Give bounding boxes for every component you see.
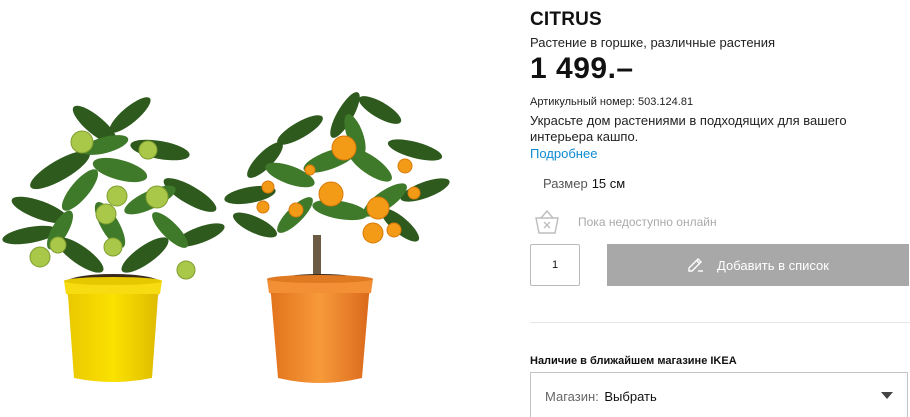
quantity-input[interactable]: 1 bbox=[530, 244, 580, 286]
orange-pot bbox=[267, 279, 373, 383]
store-label-text: Магазин: bbox=[545, 389, 599, 404]
product-image bbox=[0, 0, 500, 415]
add-to-list-button[interactable]: Добавить в список bbox=[607, 244, 909, 286]
online-availability: Пока недоступно онлайн bbox=[532, 207, 832, 237]
size-row: Размер 15 см bbox=[543, 176, 625, 191]
store-select[interactable]: Магазин: Выбрать bbox=[530, 372, 908, 417]
store-select-label: Магазин: Выбрать bbox=[545, 389, 657, 404]
add-to-list-label: Добавить в список bbox=[717, 257, 829, 273]
more-details-link[interactable]: Подробнее bbox=[530, 146, 597, 161]
product-title: CITRUS bbox=[530, 9, 602, 30]
size-label: Размер bbox=[543, 176, 588, 191]
article-number: Артикульный номер: 503.124.81 bbox=[530, 96, 694, 108]
divider bbox=[530, 322, 910, 323]
store-availability-heading: Наличие в ближайшем магазине IKEA bbox=[530, 355, 737, 367]
right-plant bbox=[224, 92, 450, 383]
product-price: 1 499.– bbox=[530, 52, 634, 85]
basket-icon bbox=[532, 207, 562, 242]
size-value: 15 см bbox=[591, 176, 626, 191]
yellow-pot bbox=[64, 281, 162, 382]
product-subtitle: Растение в горшке, различные растения bbox=[530, 35, 776, 50]
store-select-value: Выбрать bbox=[604, 389, 657, 404]
chevron-down-icon bbox=[881, 392, 893, 399]
availability-text: Пока недоступно онлайн bbox=[578, 215, 717, 229]
left-plant bbox=[2, 97, 225, 382]
product-info: CITRUS Растение в горшке, различные раст… bbox=[530, 0, 910, 417]
pencil-icon bbox=[687, 256, 705, 274]
product-description: Украсьте дом растениями в подходящих для… bbox=[530, 113, 847, 144]
citrus-plants-illustration bbox=[2, 92, 450, 383]
